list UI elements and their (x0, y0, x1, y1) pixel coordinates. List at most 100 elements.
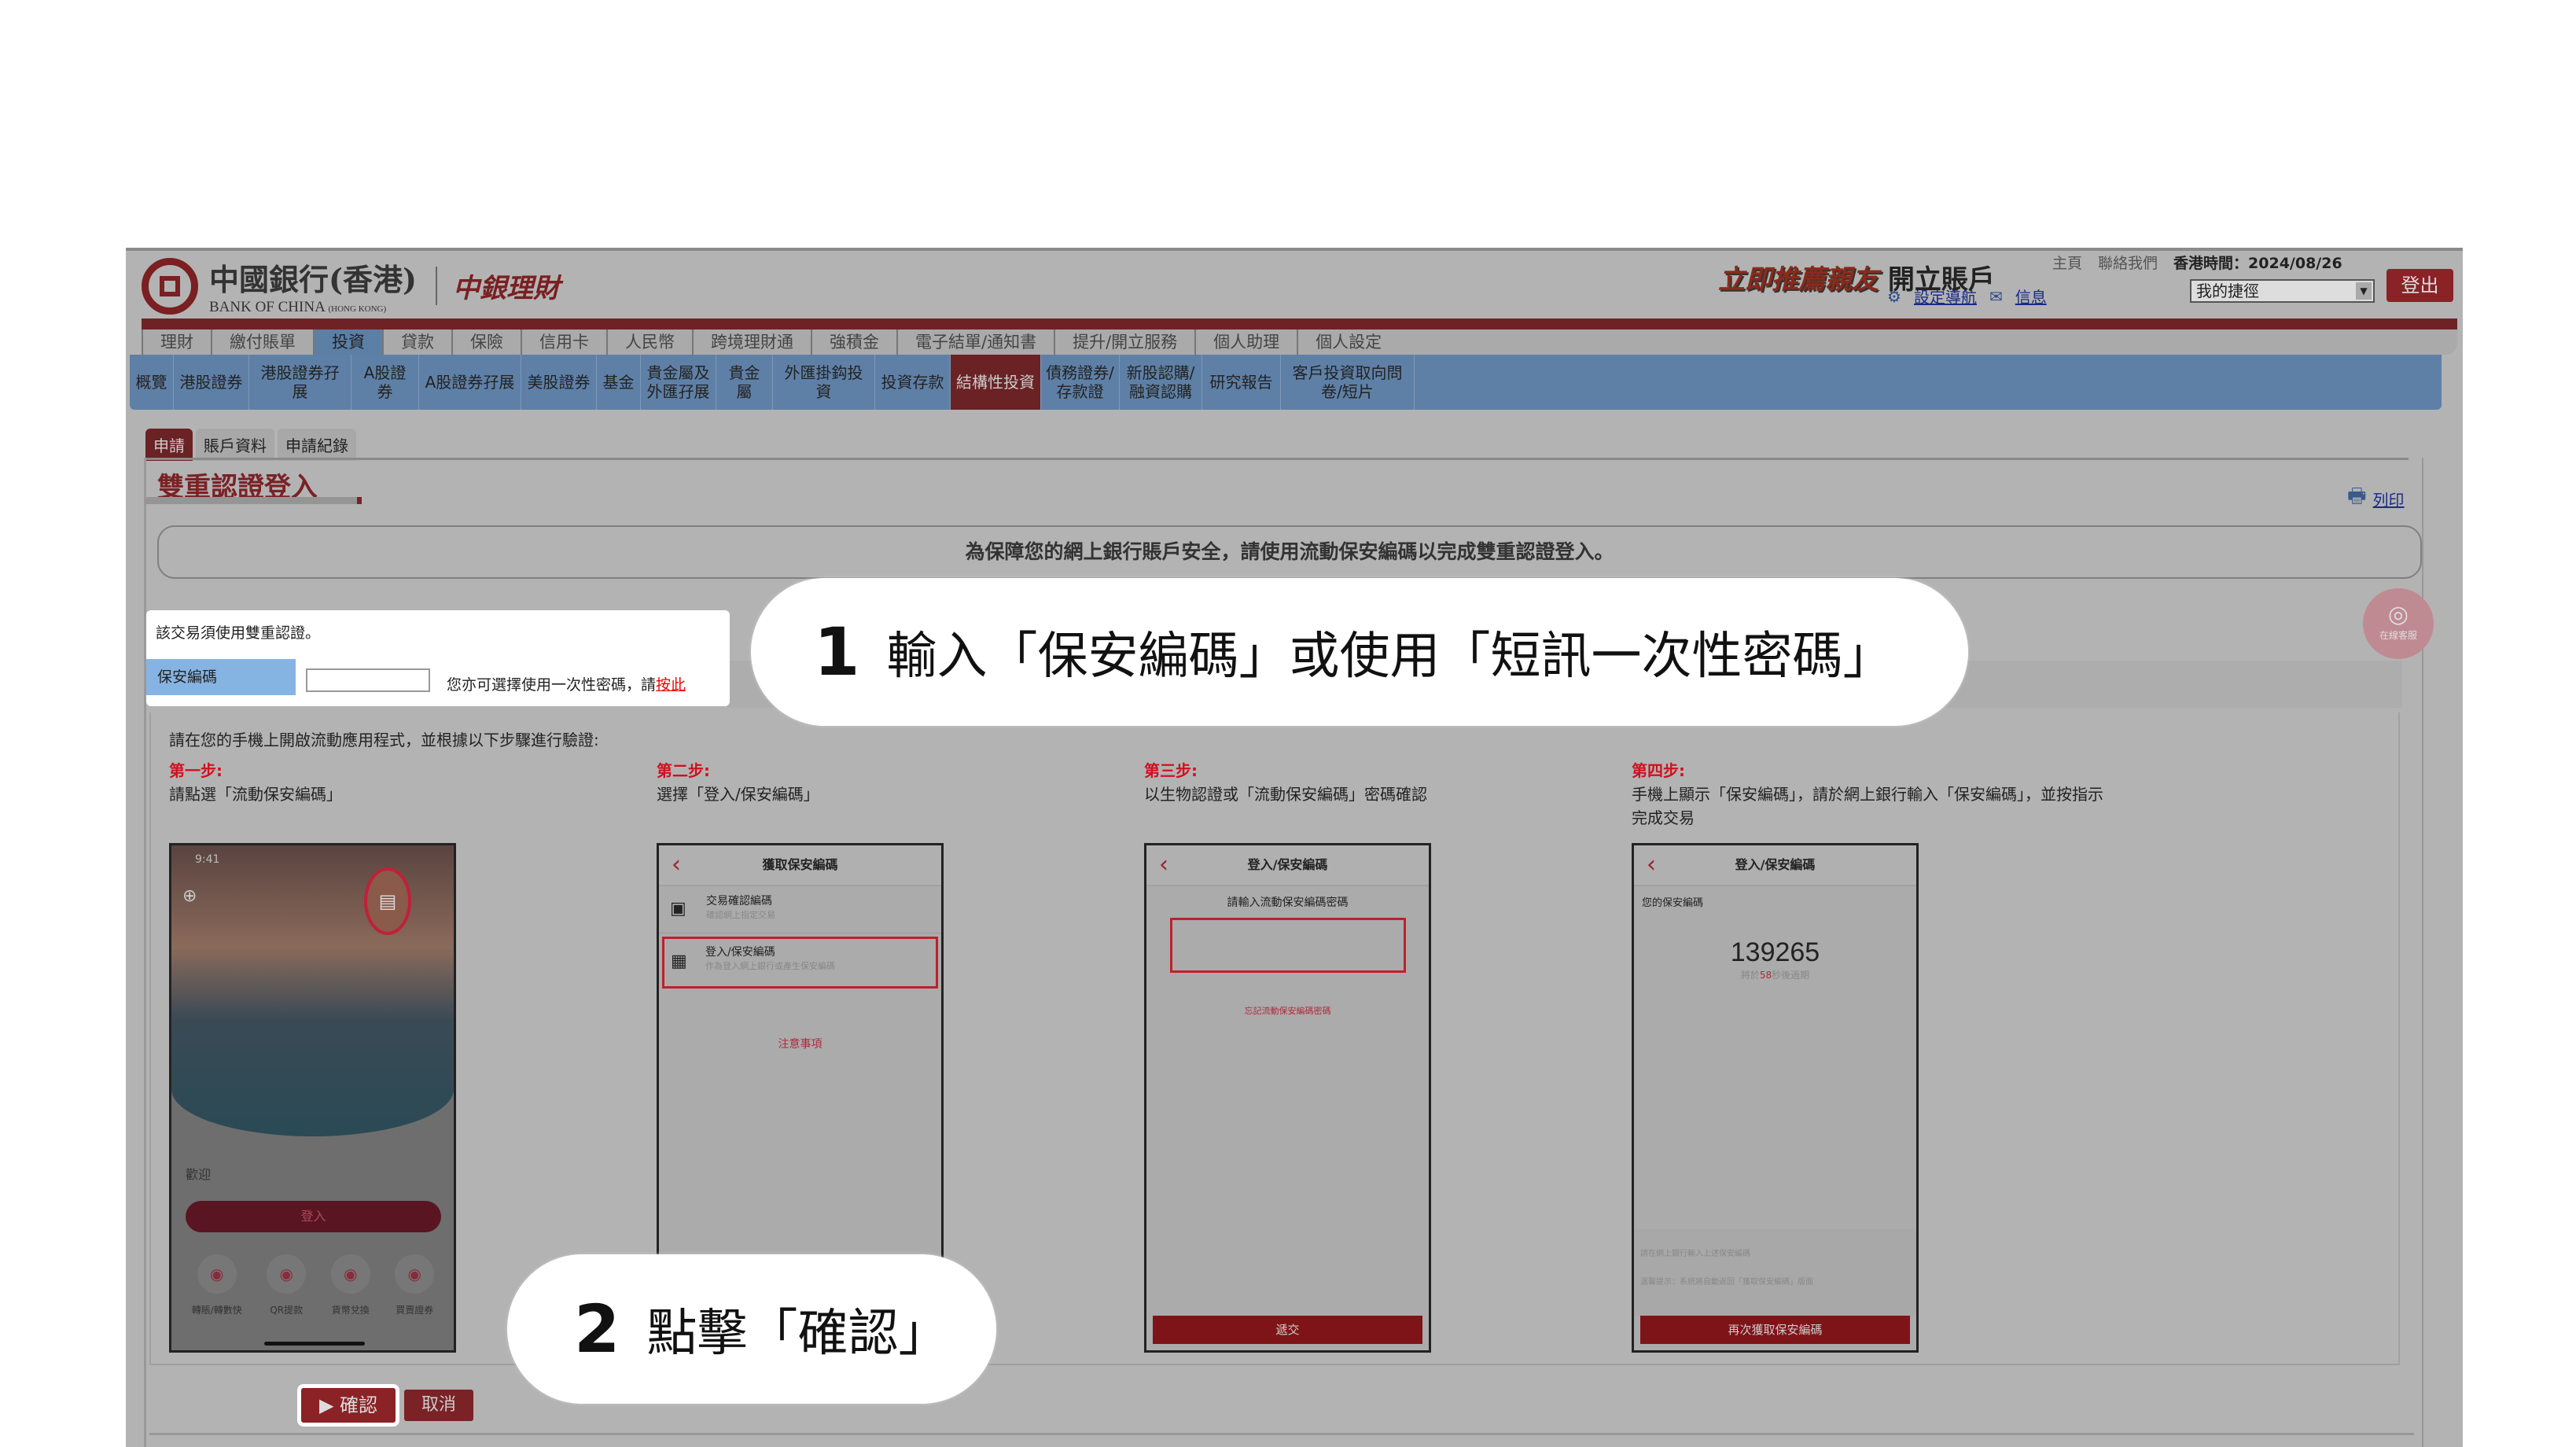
sub-nav-item[interactable]: 基金 (597, 355, 641, 410)
phone-item-sub: 確認網上指定交易 (706, 910, 775, 920)
sub-nav-item[interactable]: A股證券孖展 (419, 355, 521, 410)
wealth-logo: 中銀理財 (435, 267, 560, 305)
shortcut-select[interactable]: 我的捷徑 ▼ (2190, 279, 2375, 303)
callout-1: 1 輸入「保安編碼」或使用「短訊一次性密碼」 (751, 578, 1968, 726)
sub-nav-item[interactable]: 結構性投資 (951, 355, 1041, 410)
main-nav-item[interactable]: 繳付賬單 (211, 330, 313, 355)
phone-time: 9:41 (195, 853, 220, 866)
sub-nav-item[interactable]: A股證券 (351, 355, 419, 410)
gear-icon: ⚙ (1887, 286, 1901, 306)
notes-link: 注意事項 (778, 1038, 822, 1051)
sub-nav-item[interactable]: 貴金屬及外匯孖展 (641, 355, 716, 410)
security-code-input[interactable] (306, 668, 430, 692)
security-code-value: 139265 (1730, 937, 1820, 967)
step-1: 第一步: 請點選「流動保安編碼」 (169, 759, 641, 806)
sub-nav-item[interactable]: 美股證券 (521, 355, 597, 410)
boc-logo-icon: ⊕ (182, 886, 197, 906)
main-nav-item[interactable]: 理財 (142, 330, 211, 355)
shortcut-icon: ◉ (197, 1254, 237, 1294)
bank-name-cn: 中國銀行(香港) (209, 262, 417, 297)
live-chat-button[interactable]: ◎ 在線客服 (2363, 588, 2434, 659)
tab[interactable]: 申請 (145, 429, 193, 461)
sub-nav-item[interactable]: 港股證券孖展 (249, 355, 351, 410)
confirm-button[interactable]: ▶ 確認 (297, 1384, 399, 1427)
header-divider (142, 318, 2457, 330)
sub-nav-item[interactable]: 概覽 (130, 355, 174, 410)
phone-login-button: 登入 (186, 1201, 441, 1232)
main-nav-item[interactable]: 貸款 (382, 330, 451, 355)
phone-screenshot-1: 9:41 ⊕ ▤ 歡迎 登入 ◉ 轉賬/轉數快 ◉ QR提款 ◉ 貨幣兌換 ◉ 買賣證券 (169, 843, 456, 1353)
callout-2: 2 點擊「確認」 (507, 1254, 996, 1404)
main-nav-item[interactable]: 個人助理 (1194, 330, 1297, 355)
sub-nav-item[interactable]: 貴金屬 (716, 355, 773, 410)
print-link[interactable]: 列印 (2373, 488, 2405, 510)
shortcut-icon: ◉ (395, 1254, 435, 1294)
main-nav-item[interactable]: 提升/開立服務 (1054, 330, 1194, 355)
phone-title: 登入/保安編碼 (1735, 857, 1816, 872)
home-link[interactable]: 主頁 (2052, 252, 2082, 273)
keypad-icon: ▦ (671, 952, 687, 971)
print-button[interactable]: 🖶 列印 (2347, 481, 2405, 516)
expiry-pre: 將於 (1740, 970, 1760, 981)
home-indicator (264, 1342, 365, 1346)
messages-link[interactable]: 信息 (2015, 285, 2047, 307)
step-heading: 第四步: (1632, 761, 1685, 780)
main-nav-item[interactable]: 保險 (451, 330, 521, 355)
cancel-button[interactable]: 取消 (404, 1390, 473, 1421)
bank-name-en-small: (HONG KONG) (328, 304, 387, 314)
shortcut-label: 買賣證券 (396, 1305, 434, 1316)
forgot-pin-link: 忘記流動保安編碼密碼 (1244, 1006, 1331, 1016)
phone-hint: 溫馨提示：系統將自動返回「獲取保安編碼」版面 (1640, 1278, 1813, 1287)
main-nav-item[interactable]: 投資 (313, 330, 382, 355)
step-desc: 選擇「登入/保安編碼」 (657, 785, 819, 804)
security-token-icon: ▤ (364, 867, 411, 935)
tab[interactable]: 申請紀錄 (278, 429, 356, 461)
boc-logo-icon (142, 257, 198, 315)
callout-text: 點擊「確認」 (646, 1305, 949, 1363)
sub-nav: 概覽 港股證券 港股證券孖展 A股證券 A股證券孖展 美股證券 基金 貴金屬及外匯孖展 貴金屬外… (130, 355, 2442, 410)
phone-title: 登入/保安編碼 (1247, 857, 1328, 872)
phone-submit-button: 遞交 (1153, 1316, 1422, 1344)
welcome-text: 歡迎 (186, 1167, 212, 1182)
sub-nav-item[interactable]: 債務證券/存款證 (1041, 355, 1120, 410)
shortcut-label: 轉賬/轉數快 (191, 1305, 242, 1316)
step-3: 第三步: 以生物認證或「流動保安編碼」密碼確認 (1144, 759, 1616, 806)
sub-nav-item[interactable]: 港股證券 (174, 355, 249, 410)
main-nav-item[interactable]: 電子結單/通知書 (896, 330, 1054, 355)
bank-logo[interactable]: 中國銀行(香港) BANK OF CHINA (HONG KONG) 中銀理財 (142, 256, 560, 316)
contact-link[interactable]: 聯絡我們 (2098, 252, 2158, 273)
otp-link[interactable]: 按此 (656, 676, 686, 694)
auth-panel: 該交易須使用雙重認證。 保安編碼 您亦可選擇使用一次性密碼，請按此 (146, 610, 730, 706)
step-desc: 請點選「流動保安編碼」 (169, 785, 342, 804)
main-nav-item[interactable]: 跨境理財通 (692, 330, 811, 355)
tab[interactable]: 賬戶資料 (196, 429, 274, 461)
step-heading: 第一步: (169, 761, 223, 780)
nav-setting-link[interactable]: 設定導航 (1914, 285, 1977, 307)
mail-icon: ✉ (1989, 286, 2003, 306)
sub-nav-item[interactable]: 新股認購/融資認購 (1120, 355, 1202, 410)
callout-text: 輸入「保安編碼」或使用「短訊一次性密碼」 (886, 628, 1893, 686)
phone-item: 交易確認編碼 (706, 895, 772, 908)
play-icon: ▶ (318, 1394, 334, 1416)
shortcut-item: ◉ 轉賬/轉數快 (192, 1254, 242, 1316)
sub-nav-item[interactable]: 投資存款 (875, 355, 951, 410)
steps-intro: 請在您的手機上開啟流動應用程式，並根據以下步驟進行驗證: (169, 731, 599, 749)
phone-hint: 請在網上銀行輸入上述保安編碼 (1640, 1250, 1750, 1258)
logout-button[interactable]: 登出 (2386, 269, 2453, 302)
tab-divider (144, 458, 2409, 460)
sub-nav-item[interactable]: 研究報告 (1202, 355, 1281, 410)
shortcut-item: ◉ 貨幣兌換 (330, 1254, 370, 1316)
main-nav-item[interactable]: 信用卡 (521, 330, 606, 355)
printer-icon: 🖶 (2347, 484, 2367, 508)
sub-nav-item[interactable]: 外匯掛鈎投資 (773, 355, 875, 410)
sub-nav-item[interactable]: 客戶投資取向問卷/短片 (1281, 355, 1415, 410)
step-desc: 手機上顯示「保安編碼」，請於網上銀行輸入「保安編碼」，並按指示完成交易 (1632, 785, 2103, 827)
step-heading: 第三步: (1144, 761, 1198, 780)
otp-alt-text: 您亦可選擇使用一次性密碼，請 (447, 676, 657, 694)
main-nav-item[interactable]: 強積金 (811, 330, 896, 355)
footer-divider (149, 1433, 2414, 1435)
main-nav-item[interactable]: 人民幣 (606, 330, 692, 355)
main-nav-item[interactable]: 個人設定 (1297, 330, 1399, 355)
security-notice: 為保障您的網上銀行賬戶安全，請使用流動保安編碼以完成雙重認證登入。 (157, 525, 2422, 579)
callout-number: 2 (574, 1291, 620, 1368)
